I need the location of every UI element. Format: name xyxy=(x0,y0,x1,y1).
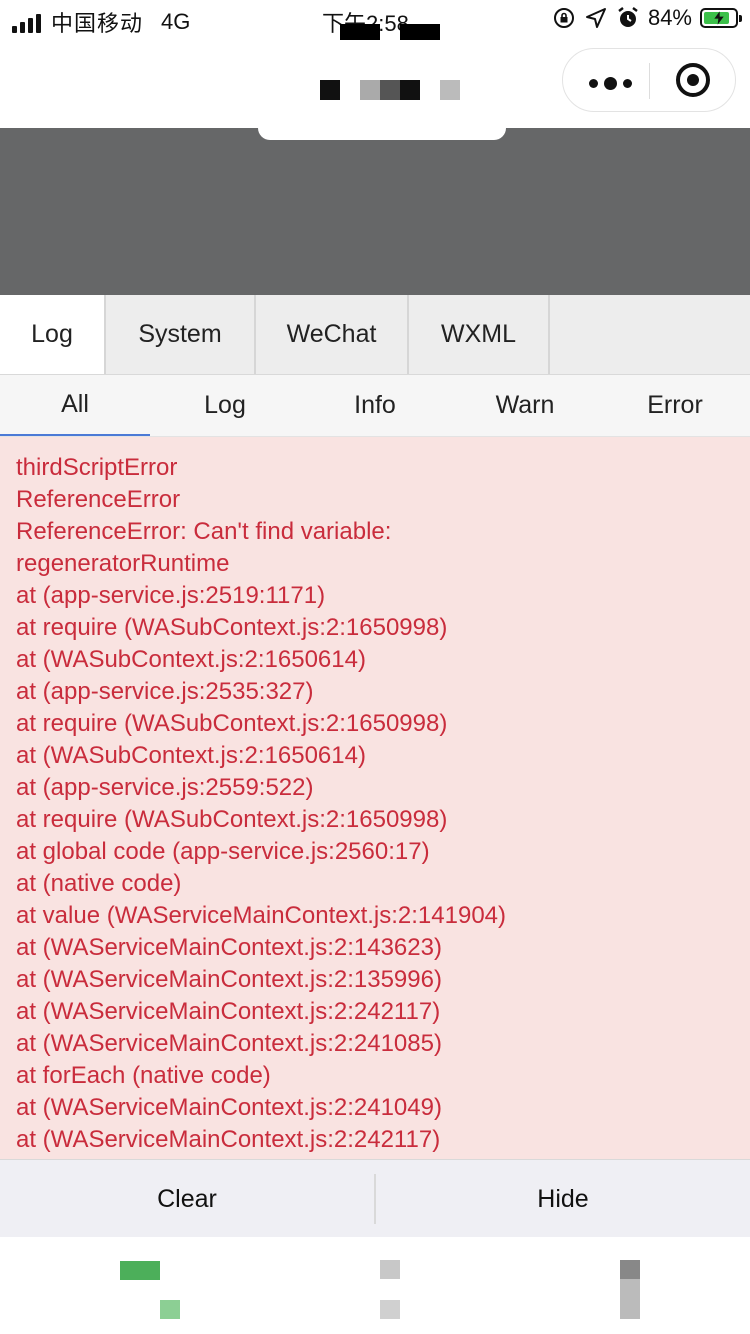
log-line: at require (WASubContext.js:2:1650998) xyxy=(16,710,448,737)
tab-log[interactable]: Log xyxy=(0,295,106,374)
status-bar: 中国移动 4G 下午2:58 84% xyxy=(0,0,750,42)
log-line: at (WAServiceMainContext.js:2:241049) xyxy=(16,1094,442,1121)
log-line: at (WAServiceMainContext.js:2:242117) xyxy=(16,1126,441,1153)
screen-rotation-lock-icon xyxy=(553,8,574,28)
bottom-tab-bar xyxy=(0,1237,750,1334)
signal-icon xyxy=(12,11,41,33)
error-log-entry: thirdScriptError ReferenceError ReferenceE… xyxy=(0,437,750,1156)
tab-icon-right[interactable] xyxy=(620,1260,640,1279)
console-tab-bar: Log System WeChat WXML xyxy=(0,295,750,375)
console-footer: Clear Hide xyxy=(0,1159,750,1238)
console-mask-overlay[interactable] xyxy=(0,128,750,295)
tab-icon-middle[interactable] xyxy=(380,1260,400,1279)
capsule-divider xyxy=(649,63,650,99)
log-filter-bar: All Log Info Warn Error xyxy=(0,375,750,437)
filter-all[interactable]: All xyxy=(0,375,150,436)
filter-warn[interactable]: Warn xyxy=(450,375,600,436)
log-line: at forEach (native code) xyxy=(16,1062,271,1089)
nav-bar xyxy=(0,42,750,128)
tab-wxml[interactable]: WXML xyxy=(409,295,550,374)
log-line: at (WAServiceMainContext.js:2:143623) xyxy=(16,934,442,961)
log-line: ReferenceError: Can't find variable: xyxy=(16,518,392,545)
log-line: at value (WAServiceMainContext.js:2:1419… xyxy=(16,902,507,929)
redaction-block xyxy=(400,24,440,40)
battery-charging-icon xyxy=(700,8,742,28)
alarm-icon xyxy=(618,7,638,27)
battery-percent: 84% xyxy=(647,5,692,30)
log-line: regeneratorRuntime xyxy=(16,550,230,577)
log-line: at (WASubContext.js:2:1650614) xyxy=(16,742,366,769)
log-line: at (WAServiceMainContext.js:2:135996) xyxy=(16,966,442,993)
log-panel[interactable]: thirdScriptError ReferenceError ReferenceE… xyxy=(0,437,750,1159)
hide-button[interactable]: Hide xyxy=(374,1174,750,1224)
clear-button[interactable]: Clear xyxy=(0,1160,374,1238)
filter-info[interactable]: Info xyxy=(300,375,450,436)
page-content-notch xyxy=(258,128,506,140)
status-bar-left: 中国移动 4G xyxy=(12,6,190,38)
log-line: at (WAServiceMainContext.js:2:242117) xyxy=(16,998,441,1025)
charging-bolt-icon xyxy=(714,11,724,25)
more-icon[interactable] xyxy=(589,77,632,90)
network-type: 4G xyxy=(161,9,191,34)
tab-system[interactable]: System xyxy=(106,295,256,374)
log-line: at (native code) xyxy=(16,870,182,897)
tab-label-middle xyxy=(380,1300,400,1319)
redaction-block xyxy=(340,24,380,40)
status-bar-right: 84% xyxy=(552,5,742,31)
log-line: ReferenceError xyxy=(16,486,181,513)
log-line: thirdScriptError xyxy=(16,454,178,481)
log-line: at (app-service.js:2519:1171) xyxy=(16,582,326,609)
filter-error[interactable]: Error xyxy=(600,375,750,436)
close-miniprogram-icon[interactable] xyxy=(676,63,710,97)
log-line: at (WASubContext.js:2:1650614) xyxy=(16,646,366,673)
log-line: at (app-service.js:2535:327) xyxy=(16,678,314,705)
log-line: at require (WASubContext.js:2:1650998) xyxy=(16,806,448,833)
log-line: at (app-service.js:2559:522) xyxy=(16,774,314,801)
filter-log[interactable]: Log xyxy=(150,375,300,436)
tab-label-home xyxy=(160,1300,180,1319)
tab-icon-home[interactable] xyxy=(120,1261,160,1280)
log-line: at global code (app-service.js:2560:17) xyxy=(16,838,430,865)
location-icon xyxy=(585,8,606,28)
tab-wechat[interactable]: WeChat xyxy=(256,295,409,374)
carrier-name: 中国移动 xyxy=(51,11,144,36)
tab-label-right xyxy=(620,1279,640,1319)
log-line: at require (WASubContext.js:2:1650998) xyxy=(16,614,448,641)
log-line: at (WAServiceMainContext.js:2:241085) xyxy=(16,1030,442,1057)
capsule-menu xyxy=(562,48,736,112)
